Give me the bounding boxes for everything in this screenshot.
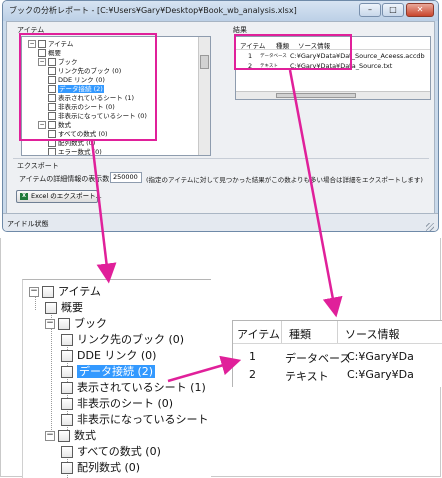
tree-callout-arrow (90, 140, 117, 284)
link-callout-arrow (167, 355, 242, 383)
results-callout-arrow (288, 69, 343, 318)
callout-arrows (90, 69, 343, 383)
